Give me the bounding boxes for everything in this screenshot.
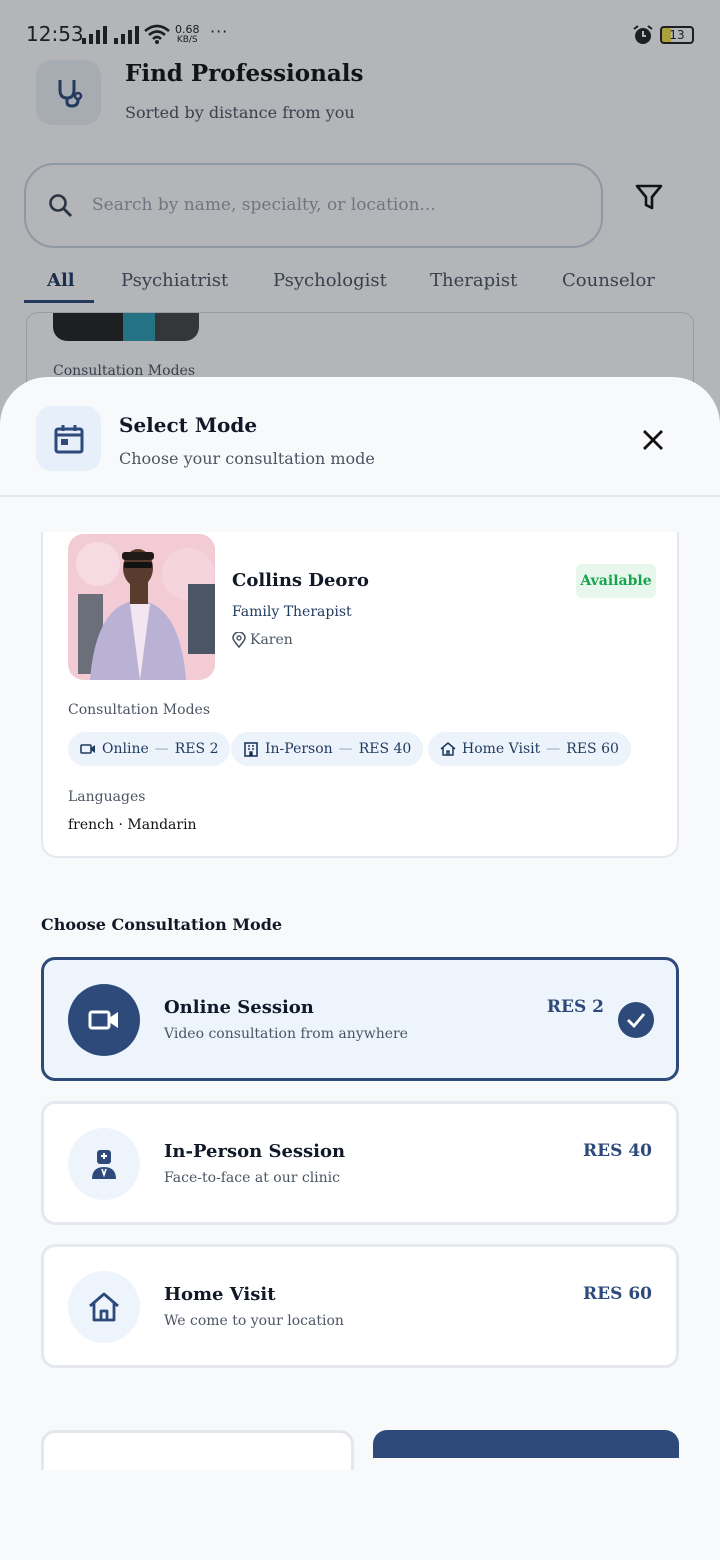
professional-name: Collins Deoro bbox=[232, 570, 369, 591]
location-pin-icon bbox=[232, 632, 246, 648]
option-home-visit[interactable]: Home Visit We come to your location RES … bbox=[41, 1244, 679, 1368]
mode-price: RES 60 bbox=[566, 741, 619, 757]
sheet-subtitle: Choose your consultation mode bbox=[119, 449, 375, 468]
professional-specialty: Family Therapist bbox=[232, 604, 352, 620]
building-icon bbox=[244, 742, 258, 757]
mode-chip-online: Online — RES 2 bbox=[68, 732, 231, 766]
choose-mode-heading: Choose Consultation Mode bbox=[41, 915, 283, 934]
languages-label: Languages bbox=[68, 789, 146, 805]
separator: — bbox=[154, 741, 169, 757]
calendar-icon bbox=[36, 406, 101, 471]
separator: — bbox=[546, 741, 561, 757]
option-in-person-session[interactable]: In-Person Session Face-to-face at our cl… bbox=[41, 1101, 679, 1225]
option-description: Video consultation from anywhere bbox=[164, 1026, 408, 1042]
home-icon bbox=[440, 742, 456, 756]
separator: — bbox=[338, 741, 353, 757]
mode-price: RES 2 bbox=[174, 741, 219, 757]
close-icon bbox=[643, 430, 663, 450]
mode-name: Home Visit bbox=[462, 741, 541, 757]
doctor-icon bbox=[68, 1128, 140, 1200]
status-badge: Available bbox=[576, 564, 656, 598]
option-title: Home Visit bbox=[164, 1284, 276, 1305]
option-price: RES 60 bbox=[583, 1284, 652, 1304]
home-icon bbox=[68, 1271, 140, 1343]
option-description: Face-to-face at our clinic bbox=[164, 1170, 340, 1186]
video-icon bbox=[68, 984, 140, 1056]
option-price: RES 40 bbox=[583, 1141, 652, 1161]
mode-chip-in-person: In-Person — RES 40 bbox=[231, 732, 424, 766]
mode-chip-home-visit: Home Visit — RES 60 bbox=[428, 732, 631, 766]
option-description: We come to your location bbox=[164, 1313, 344, 1329]
mode-name: In-Person bbox=[265, 741, 333, 757]
close-button[interactable] bbox=[636, 423, 670, 457]
option-online-session[interactable]: Online Session Video consultation from a… bbox=[41, 957, 679, 1081]
option-price: RES 2 bbox=[546, 997, 604, 1017]
avatar bbox=[68, 534, 215, 680]
cancel-button[interactable] bbox=[41, 1430, 354, 1470]
mode-price: RES 40 bbox=[358, 741, 412, 757]
professional-location: Karen bbox=[232, 632, 293, 648]
option-title: Online Session bbox=[164, 997, 314, 1018]
option-title: In-Person Session bbox=[164, 1141, 346, 1162]
check-icon bbox=[618, 1002, 654, 1038]
location-text: Karen bbox=[250, 632, 293, 648]
sheet-header: Select Mode Choose your consultation mod… bbox=[0, 377, 720, 497]
mode-name: Online bbox=[102, 741, 149, 757]
professional-summary-card: Collins Deoro Family Therapist Karen Ava… bbox=[41, 532, 679, 858]
confirm-button[interactable] bbox=[373, 1430, 679, 1458]
consultation-modes-label: Consultation Modes bbox=[68, 702, 211, 718]
select-mode-sheet: Select Mode Choose your consultation mod… bbox=[0, 377, 720, 1560]
sheet-title: Select Mode bbox=[119, 413, 258, 437]
video-icon bbox=[80, 744, 95, 754]
languages-value: french · Mandarin bbox=[68, 817, 197, 833]
